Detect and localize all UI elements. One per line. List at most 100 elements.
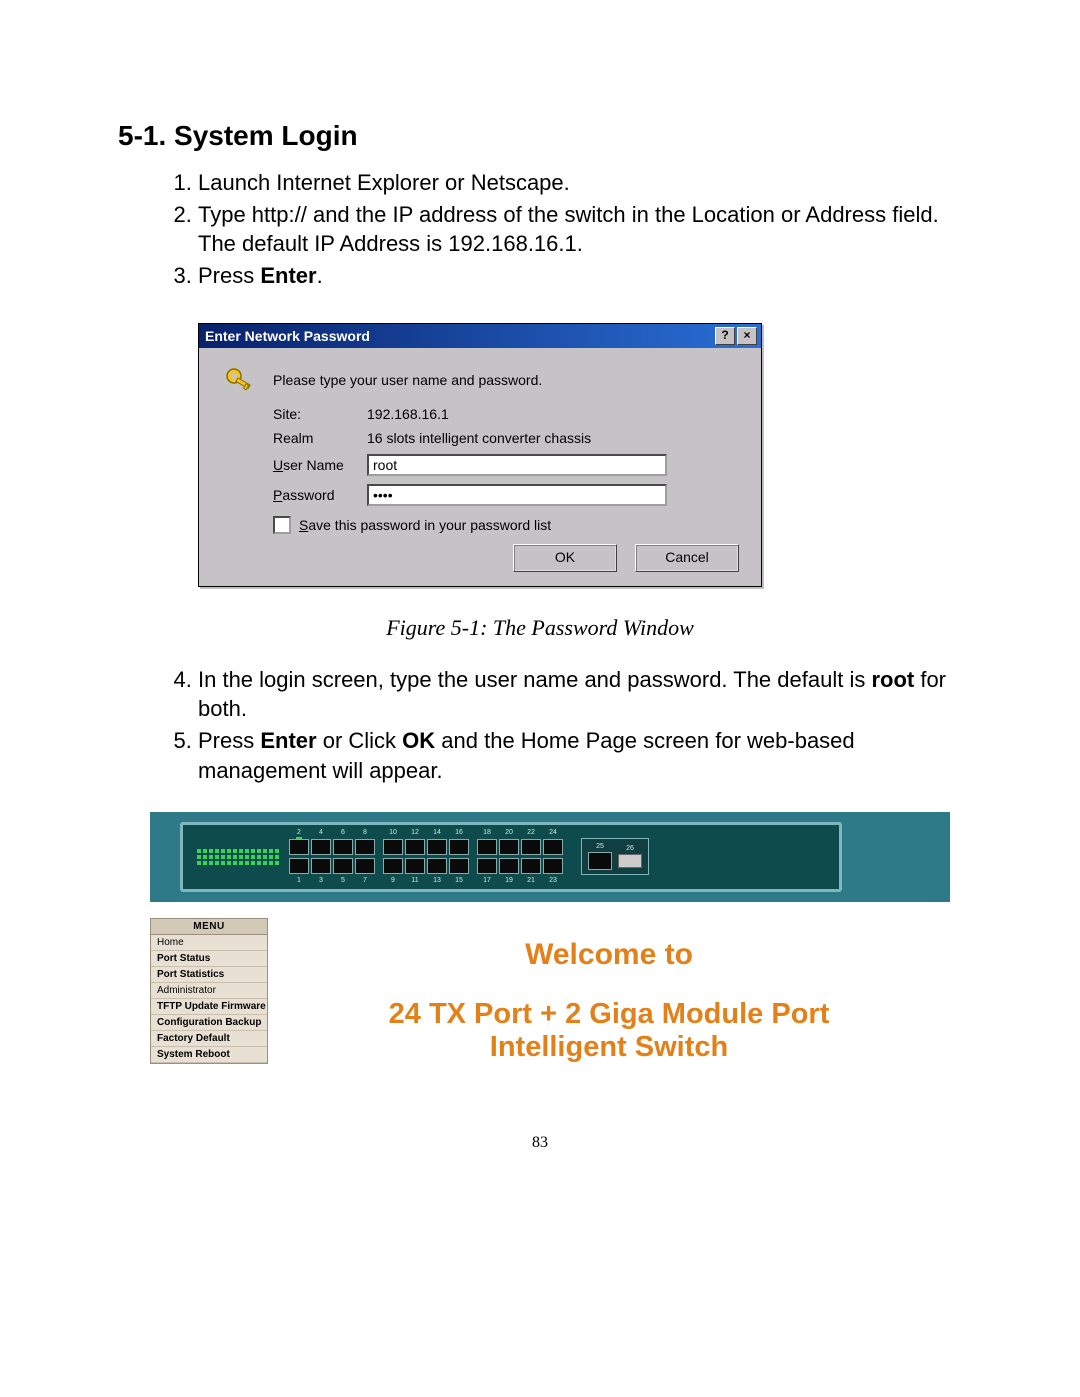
port-num-bottom: 17 xyxy=(483,877,491,884)
port-2 xyxy=(289,839,309,855)
port-num-top: 8 xyxy=(363,829,367,836)
port-group-2: 109121114131615 xyxy=(383,829,469,884)
giga-module: 25 26 xyxy=(581,838,649,875)
step-5-d: OK xyxy=(402,728,435,753)
port-5 xyxy=(333,858,353,874)
step-5-c: or Click xyxy=(317,728,403,753)
welcome-line-2: 24 TX Port + 2 Giga Module Port Intellig… xyxy=(268,998,950,1065)
step-4-prefix: In the login screen, type the user name … xyxy=(198,667,871,692)
dialog-prompt: Please type your user name and password. xyxy=(273,372,743,388)
port-14 xyxy=(427,839,447,855)
led-block xyxy=(197,849,279,865)
port-10 xyxy=(383,839,403,855)
port-column: 43 xyxy=(311,829,331,884)
port-column: 87 xyxy=(355,829,375,884)
port-17 xyxy=(477,858,497,874)
save-password-label: Save this password in your password list xyxy=(299,517,551,533)
port-num-bottom: 11 xyxy=(411,877,418,884)
port-num-top: 16 xyxy=(455,829,463,836)
step-3-bold: Enter xyxy=(260,263,316,288)
password-input[interactable] xyxy=(367,484,667,506)
port-24 xyxy=(543,839,563,855)
ports-block: 214365871091211141316151817201922212423 xyxy=(289,829,563,884)
username-input[interactable] xyxy=(367,454,667,476)
port-num-bottom: 21 xyxy=(527,877,535,884)
instruction-list-b: In the login screen, type the user name … xyxy=(118,665,962,786)
port-column: 12 11 xyxy=(405,829,425,884)
save-password-label-u: S xyxy=(299,517,308,533)
port-group-1: 21436587 xyxy=(289,829,375,884)
site-value: 192.168.16.1 xyxy=(367,406,743,422)
port-20 xyxy=(499,839,519,855)
save-password-checkbox[interactable] xyxy=(273,516,291,534)
port-num-bottom: 19 xyxy=(505,877,513,884)
port-6 xyxy=(333,839,353,855)
instruction-list-a: Launch Internet Explorer or Netscape. Ty… xyxy=(118,168,962,291)
step-5: Press Enter or Click OK and the Home Pag… xyxy=(198,726,962,785)
port-num-bottom: 9 xyxy=(391,877,395,884)
port-num-bottom: 5 xyxy=(341,877,345,884)
step-3-suffix: . xyxy=(317,263,323,288)
port-num-top: 18 xyxy=(483,829,491,836)
giga-port-num-25: 25 xyxy=(596,843,604,850)
port-23 xyxy=(543,858,563,874)
port-11 xyxy=(405,858,425,874)
ok-button[interactable]: OK xyxy=(513,544,617,572)
port-7 xyxy=(355,858,375,874)
port-column: 2019 xyxy=(499,829,519,884)
menu-item-port-statistics[interactable]: Port Statistics xyxy=(151,967,267,983)
menu-panel: MENU HomePort StatusPort StatisticsAdmin… xyxy=(150,918,268,1064)
port-num-bottom: 13 xyxy=(433,877,441,884)
password-label: Password xyxy=(273,487,367,503)
port-column: 21 xyxy=(289,829,309,884)
menu-item-factory-default[interactable]: Factory Default xyxy=(151,1031,267,1047)
port-num-top: 12 xyxy=(411,829,419,836)
menu-item-system-reboot[interactable]: System Reboot xyxy=(151,1047,267,1063)
port-18 xyxy=(477,839,497,855)
realm-value: 16 slots intelligent converter chassis xyxy=(367,430,743,446)
dialog-title: Enter Network Password xyxy=(205,328,713,344)
step-3: Press Enter. xyxy=(198,261,962,291)
port-num-top: 22 xyxy=(527,829,535,836)
port-column: 65 xyxy=(333,829,353,884)
step-1: Launch Internet Explorer or Netscape. xyxy=(198,168,962,198)
port-column: 22 21 xyxy=(521,829,541,884)
port-num-bottom: 1 xyxy=(297,877,301,884)
port-num-top: 20 xyxy=(505,829,513,836)
port-num-bottom: 3 xyxy=(319,877,323,884)
port-22 xyxy=(521,839,541,855)
port-num-top: 2 xyxy=(297,829,301,836)
cancel-button[interactable]: Cancel xyxy=(635,544,739,572)
close-button[interactable]: × xyxy=(737,327,757,345)
port-num-top: 14 xyxy=(433,829,441,836)
step-4: In the login screen, type the user name … xyxy=(198,665,962,724)
menu-item-configuration-backup[interactable]: Configuration Backup xyxy=(151,1015,267,1031)
port-21 xyxy=(521,858,541,874)
port-num-bottom: 7 xyxy=(363,877,367,884)
port-12 xyxy=(405,839,425,855)
step-2: Type http:// and the IP address of the s… xyxy=(198,200,962,259)
port-num-top: 24 xyxy=(549,829,557,836)
password-label-rest: assword xyxy=(282,487,334,503)
port-4 xyxy=(311,839,331,855)
menu-item-administrator[interactable]: Administrator xyxy=(151,983,267,999)
menu-item-tftp-update-firmware[interactable]: TFTP Update Firmware xyxy=(151,999,267,1015)
port-15 xyxy=(449,858,469,874)
password-label-u: P xyxy=(273,487,282,503)
figure-caption: Figure 5-1: The Password Window xyxy=(118,615,962,641)
help-button[interactable]: ? xyxy=(715,327,735,345)
page-number: 83 xyxy=(118,1134,962,1152)
port-group-3: 1817201922212423 xyxy=(477,829,563,884)
home-page-screenshot: 214365871091211141316151817201922212423 … xyxy=(150,812,950,1065)
step-4-bold: root xyxy=(871,667,914,692)
port-1 xyxy=(289,858,309,874)
welcome-line-1: Welcome to xyxy=(268,938,950,972)
port-num-top: 10 xyxy=(389,829,397,836)
port-num-top: 4 xyxy=(319,829,323,836)
port-9 xyxy=(383,858,403,874)
step-5-b: Enter xyxy=(260,728,316,753)
menu-item-home[interactable]: Home xyxy=(151,935,267,951)
port-19 xyxy=(499,858,519,874)
key-icon xyxy=(217,364,261,396)
menu-item-port-status[interactable]: Port Status xyxy=(151,951,267,967)
